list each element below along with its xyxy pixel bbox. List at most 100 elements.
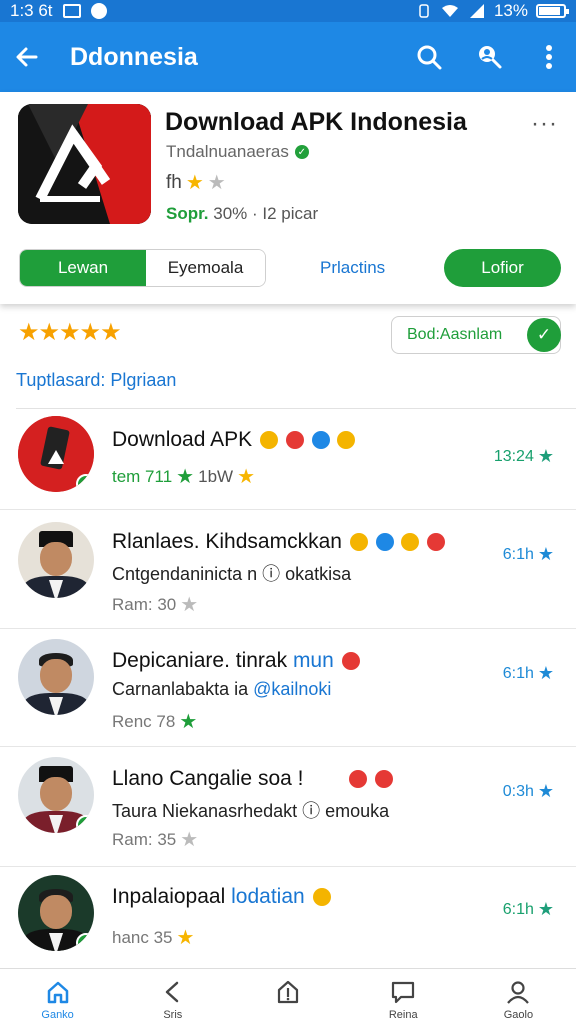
emoji-icon	[337, 431, 356, 450]
upload-icon	[277, 980, 299, 1004]
more-vert-icon[interactable]	[534, 42, 564, 72]
nav-label: Gaolo	[503, 1009, 534, 1021]
row-time-text: 6:1h	[502, 664, 534, 682]
app-stats: Sopr. 30% · I2 picar	[166, 204, 318, 224]
row-meta-secondary: 1bW	[198, 466, 234, 486]
star-icon: ★	[180, 829, 199, 851]
verified-label: Bod:Aasnlam	[407, 326, 503, 343]
wifi-icon	[441, 5, 458, 17]
app-name: Download APK Indonesia	[165, 108, 467, 136]
signal-icon	[469, 4, 484, 18]
star-icon: ★	[176, 466, 195, 488]
list-item[interactable]: ✓ Download APK tem 711 ★ 1bW ★ 13:24 ★	[0, 410, 576, 510]
star-icon: ★	[537, 663, 554, 683]
row-time-text: 0:3h	[502, 782, 534, 800]
row-meta-text: Ram: 35	[112, 829, 177, 849]
star-icon: ★	[537, 446, 554, 466]
row-title: Download APK	[112, 428, 356, 452]
row-title-text: Rlanlaes. Kihdsamckkan	[112, 530, 342, 553]
home-icon	[47, 981, 68, 1004]
link-button[interactable]: Prlactins	[320, 258, 385, 278]
row-title-highlight: lodatian	[231, 885, 305, 908]
person-icon	[507, 981, 530, 1004]
nav-label: Ganko	[41, 1009, 74, 1021]
verified-pill[interactable]: Bod:Aasnlam ✓	[391, 316, 561, 354]
row-subtitle: Cntgendaninicta n ⓘ okatkisa	[112, 560, 351, 586]
stats-text: 30% · I2 picar	[213, 204, 319, 223]
chat-icon	[392, 981, 415, 1004]
developer-name[interactable]: Tndalnuanaeras ✓	[166, 142, 309, 162]
emoji-icon	[375, 533, 394, 552]
segment-right-button[interactable]: Eyemoala	[146, 250, 265, 286]
row-title-text: Inpalaiopaal	[112, 885, 226, 908]
emoji-icon	[285, 431, 304, 450]
row-subtitle-tail: okatkisa	[285, 564, 352, 584]
nav-label: Reina	[388, 1009, 418, 1021]
row-meta: hanc 35 ★	[112, 925, 194, 950]
list-item[interactable]: Rlanlaes. Kihdsamckkan Cntgendaninicta n…	[0, 510, 576, 629]
row-time: 0:3h ★	[503, 781, 554, 802]
nav-upload[interactable]	[230, 969, 345, 1024]
avatar	[18, 522, 94, 598]
row-title-text: Llano Cangalie soa !	[112, 767, 304, 790]
star-filled-icon: ★	[185, 172, 204, 194]
back-arrow-icon[interactable]	[12, 42, 42, 72]
row-meta: Ram: 30 ★	[112, 592, 198, 617]
emoji-icon	[401, 533, 420, 552]
emoji-icon	[259, 431, 278, 450]
row-time-text: 6:1h	[502, 900, 534, 918]
developer-label: Tndalnuanaeras	[166, 142, 289, 161]
row-title-text: Depicaniare. tinrak	[112, 649, 288, 672]
star-empty-icon: ★	[207, 172, 226, 194]
status-bar: 1:3 6t 13%	[0, 0, 576, 22]
segment-left-button[interactable]: Lewan	[20, 250, 146, 286]
star-icon: ★	[537, 544, 554, 564]
nav-profile[interactable]: Gaolo	[461, 969, 576, 1024]
row-subtitle: Taura Niekanasrhedakt ⓘ emouka	[112, 797, 389, 823]
app-bar: Ddonnesia	[0, 22, 576, 92]
star-icon: ★	[176, 927, 195, 949]
avatar: ✓	[18, 416, 94, 492]
clock-icon: ⓘ	[302, 801, 321, 821]
emoji-icon	[349, 533, 368, 552]
verified-badge-icon: ✓	[76, 474, 94, 492]
search-icon[interactable]	[414, 42, 444, 72]
nav-chat[interactable]: Reina	[346, 969, 461, 1024]
app-logo	[18, 104, 151, 224]
stats-highlight: Sopr.	[166, 204, 209, 223]
avatar	[18, 639, 94, 715]
row-subtitle-text: Carnanlabakta ia	[112, 679, 249, 699]
nav-label: Sris	[163, 1009, 183, 1021]
row-meta: tem 711 ★ 1bW ★	[112, 464, 255, 489]
list-item[interactable]: ✓ Inpalaiopaal lodatian hanc 35 ★ 6:1h ★	[0, 867, 576, 967]
verified-badge-icon: ✓	[76, 933, 94, 951]
row-meta-text: hanc 35	[112, 927, 173, 947]
emoji-icon	[312, 888, 331, 907]
status-time: 1:3 6t	[10, 1, 53, 20]
app-more-icon[interactable]: ···	[531, 110, 558, 138]
list-item[interactable]: Depicaniare. tinrak mun Carnanlabakta ia…	[0, 629, 576, 747]
row-meta-text: Ram: 30	[112, 594, 177, 614]
app-notification-icon	[90, 3, 107, 19]
nav-home[interactable]: Ganko	[0, 969, 115, 1024]
avatar: ✓	[18, 757, 94, 833]
account-search-icon[interactable]	[474, 42, 504, 72]
row-subtitle-text: Taura Niekanasrhedakt	[112, 801, 298, 821]
avatar: ✓	[18, 875, 94, 951]
row-subtitle-tail: emouka	[325, 801, 390, 821]
row-title-highlight: mun	[292, 649, 334, 672]
install-button[interactable]: Lofior	[444, 249, 561, 287]
star-icon: ★	[180, 594, 199, 616]
star-icon: ★	[237, 466, 256, 488]
row-subtitle-mention[interactable]: @kailnoki	[253, 679, 331, 699]
app-info-card: Download APK Indonesia ··· Tndalnuanaera…	[0, 92, 576, 304]
row-time-text: 6:1h	[502, 545, 534, 563]
list-item[interactable]: ✓ Llano Cangalie soa ! Taura Niekanasrhe…	[0, 747, 576, 867]
row-time: 6:1h ★	[503, 544, 554, 565]
star-icon: ★	[179, 711, 198, 733]
row-meta-text: tem 711	[112, 466, 173, 486]
row-meta: Renc 78 ★	[112, 709, 197, 734]
nav-back[interactable]: Sris	[115, 969, 230, 1024]
section-link[interactable]: Tuptlasard: Plgriaan	[16, 370, 176, 391]
app-rating: fh ★ ★	[166, 170, 226, 195]
